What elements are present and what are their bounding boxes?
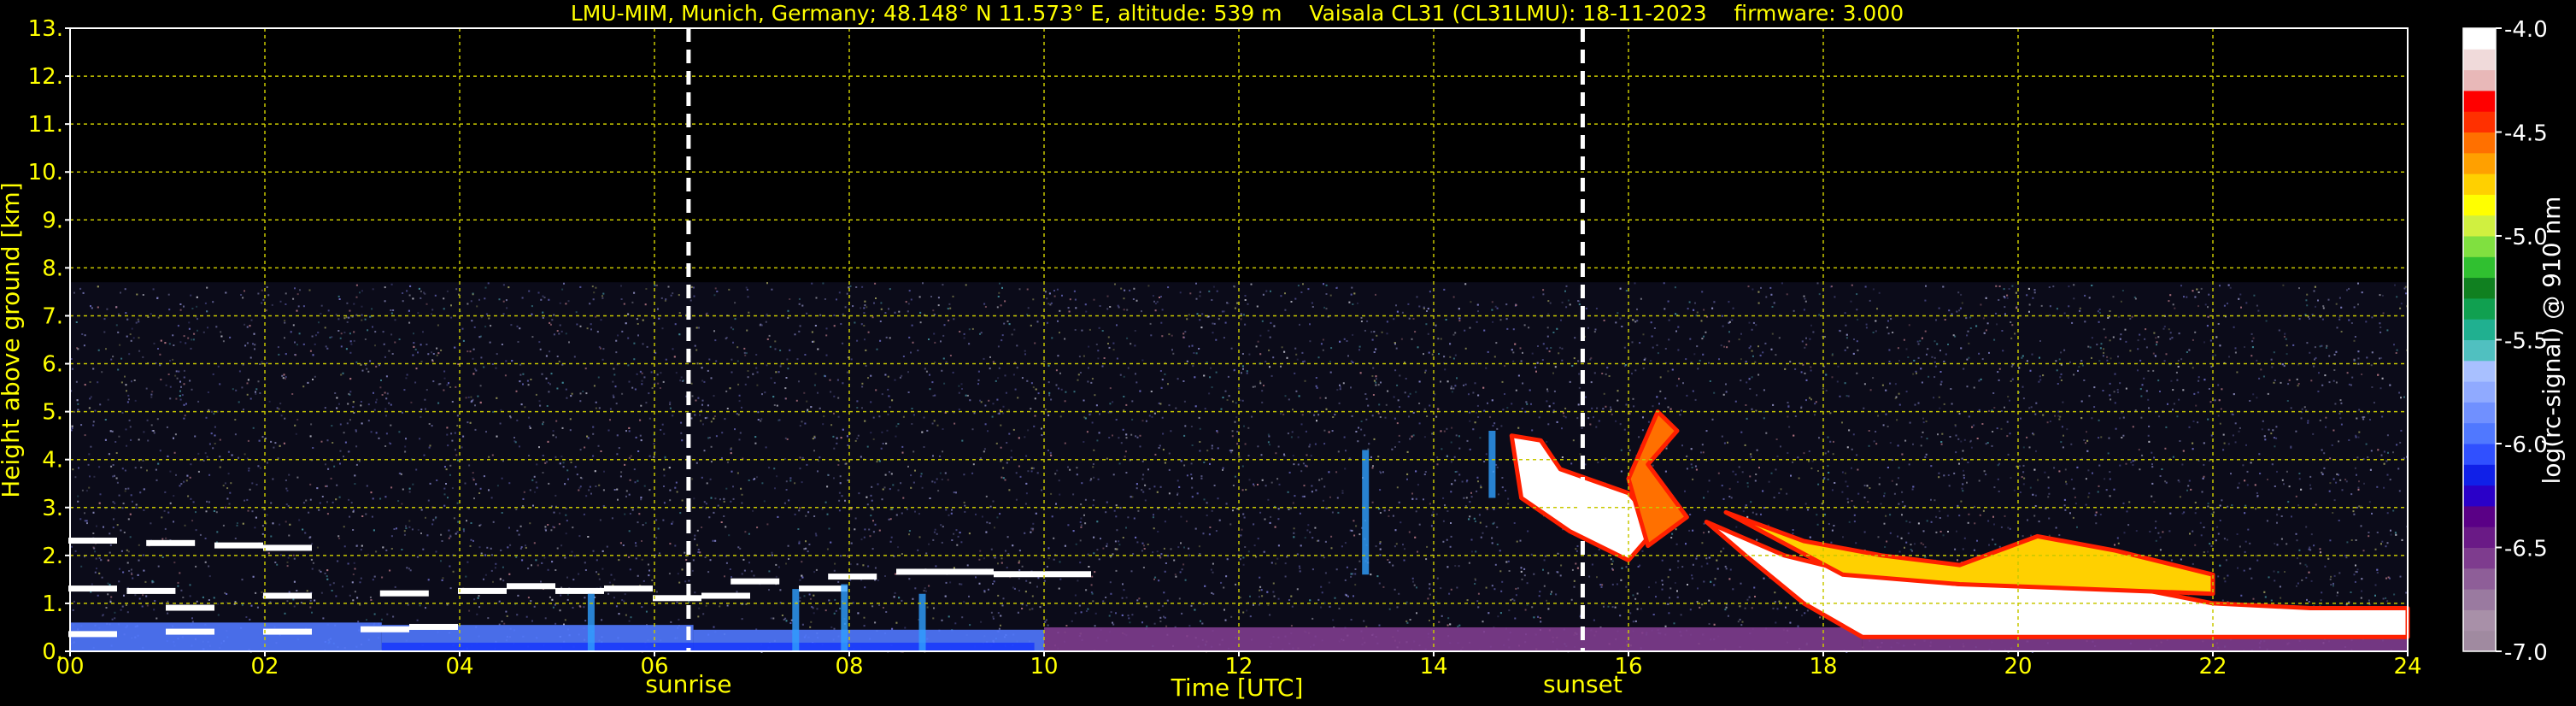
plot-area: sunrise sunset00 02 04 06 08 10 12 14 16 18 20 22 240…	[28, 16, 2422, 698]
ceilometer-chart: LMU-MIM, Munich, Germany; 48.148° N 11.5…	[0, 0, 2576, 706]
chart-title: LMU-MIM, Munich, Germany; 48.148° N 11.5…	[571, 1, 1904, 26]
